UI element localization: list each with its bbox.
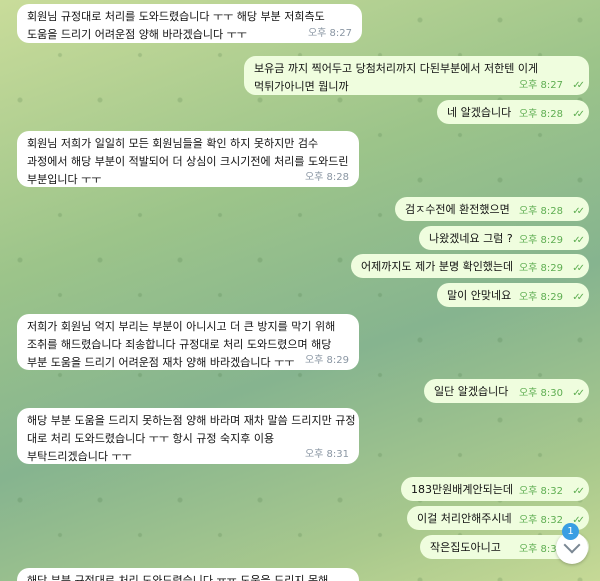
message-text: 해당 부분 도움을 드리지 못하는점 양해 바라며 재차 말씀 드리지만 규정 … — [27, 414, 356, 463]
message-outgoing[interactable]: 일단 알겠습니다 오후 8:30 ✓✓ — [424, 379, 589, 403]
read-check-icon: ✓✓ — [572, 486, 585, 497]
message-time: 오후 8:32 — [518, 515, 563, 526]
message-time: 오후 8:27 — [518, 80, 563, 91]
chat-area: 회원님 규정대로 처리를 도와드렸습니다 ㅜㅜ 해당 부분 저희측도 도움을 드… — [0, 0, 600, 581]
unread-count-badge: 1 — [562, 523, 579, 540]
message-time: 오후 8:29 — [304, 355, 349, 366]
message-time: 오후 8:29 — [518, 263, 563, 274]
message-incoming[interactable]: 회원님 규정대로 처리를 도와드렸습니다 ㅜㅜ 해당 부분 저희측도 도움을 드… — [17, 4, 362, 43]
message-time: 오후 8:32 — [518, 486, 563, 497]
message-outgoing[interactable]: 나왔겠네요 그럼 ? 오후 8:29 ✓✓ — [419, 226, 589, 250]
message-outgoing[interactable]: 이걸 처리안해주시네 오후 8:32 ✓✓ — [407, 506, 589, 530]
message-time: 오후 8:28 — [304, 172, 349, 183]
message-time: 오후 8:30 — [518, 388, 563, 399]
message-incoming[interactable]: 해당 부분 규정대로 처리 도와드렸습니다 ㅠㅠ 도움을 드리지 못해 — [17, 568, 359, 581]
message-incoming[interactable]: 회원님 저희가 일일히 모든 회원님들을 확인 하지 못하지만 검수 과정에서 … — [17, 131, 359, 187]
read-check-icon: ✓✓ — [572, 206, 585, 217]
message-time: 오후 8:29 — [518, 235, 563, 246]
read-check-icon: ✓✓ — [572, 263, 585, 274]
message-time: 오후 8:28 — [518, 109, 563, 120]
message-outgoing[interactable]: 말이 안맞네요 오후 8:29 ✓✓ — [437, 283, 589, 307]
message-outgoing[interactable]: 네 알겠습니다 오후 8:28 ✓✓ — [437, 100, 589, 124]
message-outgoing[interactable]: 어제까지도 제가 분명 확인했는데 오후 8:29 ✓✓ — [351, 254, 589, 278]
message-text: 회원님 저희가 일일히 모든 회원님들을 확인 하지 못하지만 검수 과정에서 … — [27, 137, 349, 186]
message-text: 회원님 규정대로 처리를 도와드렸습니다 ㅜㅜ 해당 부분 저희측도 도움을 드… — [27, 10, 325, 41]
message-incoming[interactable]: 해당 부분 도움을 드리지 못하는점 양해 바라며 재차 말씀 드리지만 규정 … — [17, 408, 359, 464]
message-time: 오후 8:28 — [518, 206, 563, 217]
message-outgoing[interactable]: 검ㅈ수전에 환전했으면 오후 8:28 ✓✓ — [395, 197, 589, 221]
read-check-icon: ✓✓ — [572, 388, 585, 399]
message-time: 오후 8:31 — [304, 449, 349, 460]
read-check-icon: ✓✓ — [572, 292, 585, 303]
message-time: 오후 8:27 — [307, 28, 352, 39]
message-outgoing[interactable]: 183만원배계안되는데 오후 8:32 ✓✓ — [401, 477, 589, 501]
message-outgoing[interactable]: 보유금 까지 찍어두고 당첨처리까지 다된부분에서 저한텐 이게 먹튀가아니면 … — [244, 56, 589, 95]
message-text: 해당 부분 규정대로 처리 도와드렸습니다 ㅠㅠ 도움을 드리지 못해 — [27, 574, 329, 581]
read-check-icon: ✓✓ — [572, 109, 585, 120]
message-incoming[interactable]: 저희가 회원님 억지 부리는 부분이 아니시고 더 큰 방지를 막기 위해 조취… — [17, 314, 359, 370]
read-check-icon: ✓✓ — [572, 235, 585, 246]
message-time: 오후 8:29 — [518, 292, 563, 303]
message-text: 저희가 회원님 억지 부리는 부분이 아니시고 더 큰 방지를 막기 위해 조취… — [27, 320, 336, 369]
read-check-icon: ✓✓ — [572, 80, 585, 91]
